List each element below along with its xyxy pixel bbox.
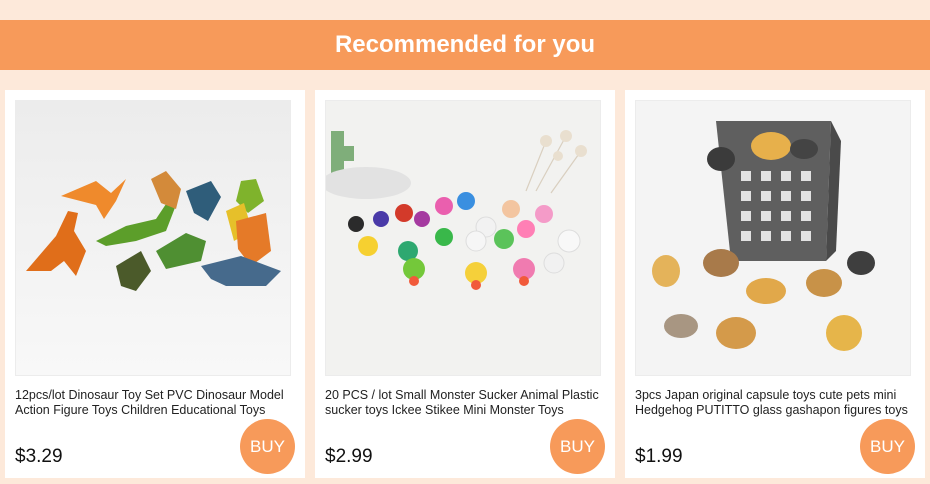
section-title: Recommended for you (334, 31, 596, 58)
product-card[interactable]: 20 PCS / lot Small Monster Sucker Animal… (315, 90, 615, 478)
product-image-dinosaurs[interactable] (15, 100, 291, 376)
recommended-banner: Recommended for you (0, 20, 930, 70)
product-price: $3.29 (15, 446, 63, 467)
product-title[interactable]: 20 PCS / lot Small Monster Sucker Animal… (325, 388, 607, 418)
product-image-monster-suckers[interactable] (325, 100, 601, 376)
buy-button[interactable]: BUY (550, 419, 605, 474)
product-title[interactable]: 12pcs/lot Dinosaur Toy Set PVC Dinosaur … (15, 388, 297, 418)
product-price: $1.99 (635, 446, 683, 467)
product-title[interactable]: 3pcs Japan original capsule toys cute pe… (635, 388, 917, 418)
product-price: $2.99 (325, 446, 373, 467)
product-grid: 12pcs/lot Dinosaur Toy Set PVC Dinosaur … (5, 90, 925, 478)
product-card[interactable]: 12pcs/lot Dinosaur Toy Set PVC Dinosaur … (5, 90, 305, 478)
product-card[interactable]: 3pcs Japan original capsule toys cute pe… (625, 90, 925, 478)
buy-button[interactable]: BUY (860, 419, 915, 474)
product-image-hedgehogs[interactable] (635, 100, 911, 376)
buy-button[interactable]: BUY (240, 419, 295, 474)
